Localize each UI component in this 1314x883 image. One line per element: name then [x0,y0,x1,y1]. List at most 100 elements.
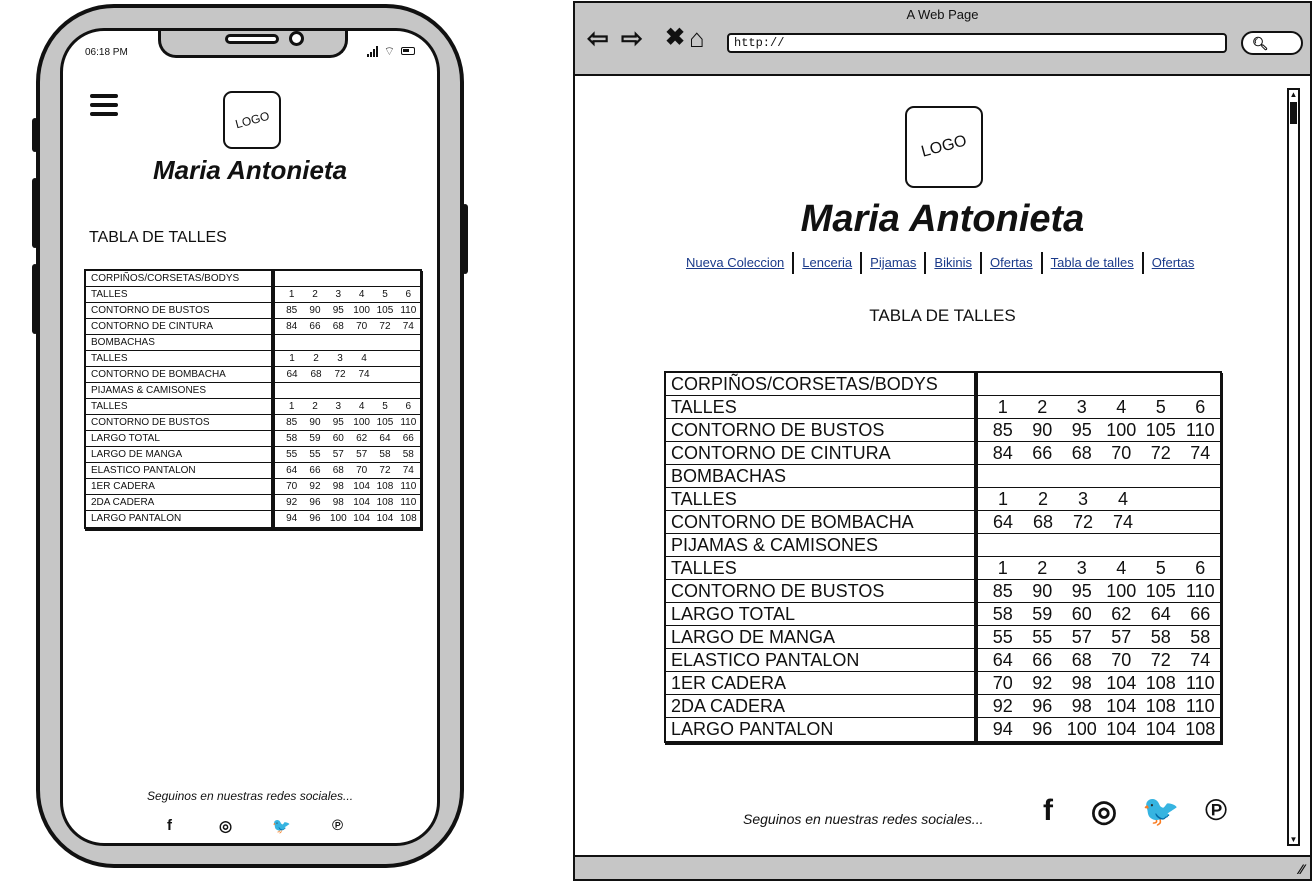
size-row-values: 92 96 98 104 108 110 [978,695,1220,718]
size-row-values: 1 2 3 4 5 6 [275,287,420,303]
size-value: 64 [379,433,391,444]
size-value: 3 [337,353,343,364]
size-row-values [275,271,420,287]
size-value: 96 [309,513,321,524]
vertical-scrollbar[interactable]: ▲ ▼ [1287,88,1300,846]
size-value: 64 [286,465,298,476]
back-arrow-icon[interactable]: ⇦ [587,25,609,51]
nav-link-bikinis[interactable]: Bikinis [926,252,982,274]
size-value: 96 [309,497,321,508]
size-value: 92 [309,481,321,492]
size-row-values: 1 2 3 4 5 6 [275,399,420,415]
pinterest-icon[interactable]: ℗ [1198,794,1234,828]
home-icon[interactable]: ⌂ [689,25,705,51]
size-value: 110 [400,497,417,508]
phone-power-button [462,204,468,274]
nav-link-pijamas[interactable]: Pijamas [862,252,927,274]
pinterest-icon[interactable]: ℗ [327,817,348,834]
size-value: 2 [312,401,318,412]
size-table-values: 1 2 3 4 5 6 85 90 95 100 105 110 84 66 68 70 72 74 1 2 3 4 64 6… [976,371,1222,743]
size-value: 55 [286,449,298,460]
instagram-icon[interactable]: ◎ [215,817,236,835]
size-value: 110 [1185,673,1215,693]
scroll-thumb[interactable] [1290,102,1297,124]
twitter-icon[interactable]: 🐦 [271,817,292,835]
size-row-label: LARGO DE MANGA [86,447,271,463]
size-row-values: 1 2 3 4 5 6 [978,557,1220,580]
size-row-values: 70 92 98 104 108 110 [978,672,1220,695]
size-value: 108 [399,513,417,524]
size-value: 104 [1106,673,1137,693]
size-value: 2 [1037,397,1048,417]
size-value: 1 [997,489,1008,509]
size-row-label: TALLES [666,557,974,580]
size-row-values: 70 92 98 104 108 110 [275,479,420,495]
size-value: 95 [1071,581,1092,601]
size-row-label: CORPIÑOS/CORSETAS/BODYS [666,373,974,396]
size-value: 100 [1106,581,1137,601]
size-row-values: 64 66 68 70 72 74 [275,463,420,479]
twitter-icon[interactable]: 🐦 [1142,794,1179,829]
size-value: 59 [309,433,321,444]
facebook-icon[interactable]: f [159,817,180,834]
nav-link-ofertas[interactable]: Ofertas [1144,252,1203,274]
size-value: 98 [1071,696,1092,716]
size-value: 58 [402,449,414,460]
logo[interactable]: LOGO [223,91,281,149]
size-value: 105 [1145,581,1176,601]
social-text: Seguinos en nuestras redes sociales... [146,789,354,803]
nav-link-lenceria[interactable]: Lenceria [794,252,863,274]
size-value: 90 [1032,581,1053,601]
size-value: 110 [400,305,417,316]
size-value: 58 [379,449,391,460]
size-value: 95 [332,305,344,316]
close-icon[interactable]: ✖ [665,25,685,51]
size-value: 108 [376,497,394,508]
nav-link-tabla-de-talles[interactable]: Tabla de talles [1043,252,1144,274]
size-value: 57 [1071,627,1092,647]
battery-icon [401,47,415,55]
size-value: 72 [1150,443,1171,463]
size-value: 66 [1032,443,1053,463]
size-row-label: LARGO TOTAL [86,431,271,447]
size-row-values [978,465,1220,488]
size-value: 108 [1145,673,1176,693]
size-value: 68 [310,369,322,380]
size-value: 66 [402,433,414,444]
size-value: 3 [1076,558,1087,578]
size-value: 62 [1111,604,1132,624]
size-row-label: CONTORNO DE BOMBACHA [86,367,271,383]
size-value: 2 [1037,489,1048,509]
facebook-icon[interactable]: f [1030,794,1066,828]
size-value: 70 [1111,650,1132,670]
hamburger-menu-icon[interactable] [90,94,118,118]
size-value: 4 [358,401,365,412]
nav-link-nueva-coleccion[interactable]: Nueva Coleccion [678,252,795,274]
size-value: 98 [332,481,344,492]
page-title: TABLA DE TALLES [869,306,1016,325]
nav-link-ofertas[interactable]: Ofertas [982,252,1043,274]
size-row-values: 92 96 98 104 108 110 [275,495,420,511]
brand-name: Maria Antonieta [800,198,1085,240]
logo[interactable]: LOGO [905,106,983,188]
size-value: 100 [353,417,370,428]
search-button[interactable]: 🔍︎ [1241,31,1303,55]
size-value: 104 [1145,719,1176,739]
size-value: 100 [353,305,370,316]
size-row-label: CONTORNO DE CINTURA [666,442,974,465]
size-value: 2 [1037,558,1048,578]
size-row-values: 1 2 3 4 [978,488,1220,511]
scroll-down-arrow-icon[interactable]: ▼ [1289,835,1298,844]
resize-grip-icon[interactable]: ⁄⁄ [1299,861,1304,877]
instagram-icon[interactable]: ◎ [1086,794,1122,829]
forward-arrow-icon[interactable]: ⇨ [621,25,643,51]
size-value: 108 [1145,696,1176,716]
size-row-values [978,534,1220,557]
size-value: 105 [376,305,394,316]
size-row-label: PIJAMAS & CAMISONES [666,534,974,557]
url-input[interactable]: http:// [727,33,1227,53]
size-row-values: 55 55 57 57 58 58 [275,447,420,463]
size-row-label: PIJAMAS & CAMISONES [86,383,271,399]
size-value: 2 [313,353,319,364]
scroll-up-arrow-icon[interactable]: ▲ [1289,90,1298,99]
